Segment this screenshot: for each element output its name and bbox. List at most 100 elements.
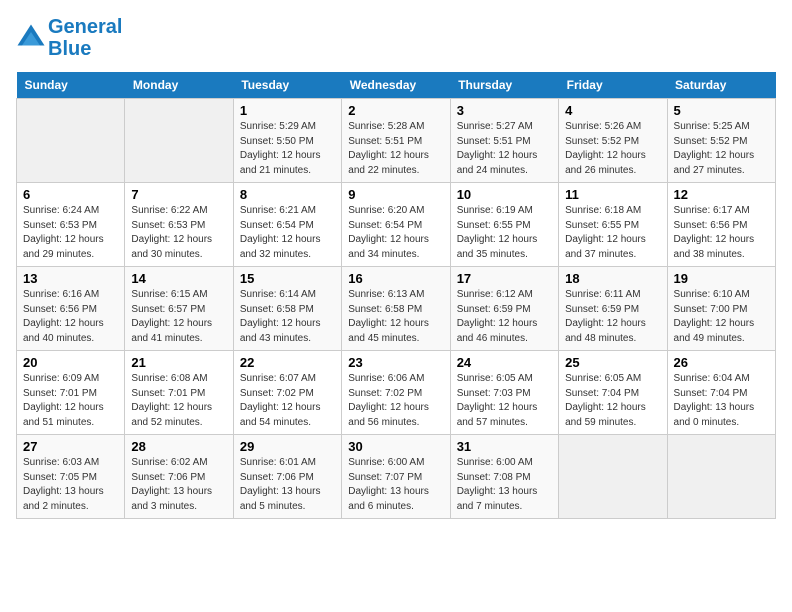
day-info: Sunrise: 5:29 AM Sunset: 5:50 PM Dayligh… bbox=[240, 120, 335, 178]
day-number: 30 bbox=[348, 439, 443, 454]
day-cell bbox=[125, 99, 233, 183]
logo-general: General bbox=[48, 16, 122, 38]
day-cell: 16 Sunrise: 6:13 AM Sunset: 6:58 PM Dayli… bbox=[342, 267, 450, 351]
day-info: Sunrise: 6:12 AM Sunset: 6:59 PM Dayligh… bbox=[457, 288, 552, 346]
logo-blue: Blue bbox=[48, 38, 122, 60]
day-info: Sunrise: 6:05 AM Sunset: 7:04 PM Dayligh… bbox=[565, 372, 660, 430]
day-info: Sunrise: 6:18 AM Sunset: 6:55 PM Dayligh… bbox=[565, 204, 660, 262]
day-cell: 4 Sunrise: 5:26 AM Sunset: 5:52 PM Daylig… bbox=[559, 99, 667, 183]
day-number: 4 bbox=[565, 103, 660, 118]
day-number: 6 bbox=[23, 187, 118, 202]
day-info: Sunrise: 5:26 AM Sunset: 5:52 PM Dayligh… bbox=[565, 120, 660, 178]
day-number: 27 bbox=[23, 439, 118, 454]
day-number: 9 bbox=[348, 187, 443, 202]
day-cell: 30 Sunrise: 6:00 AM Sunset: 7:07 PM Dayli… bbox=[342, 435, 450, 519]
col-header-tuesday: Tuesday bbox=[233, 72, 341, 99]
day-info: Sunrise: 6:11 AM Sunset: 6:59 PM Dayligh… bbox=[565, 288, 660, 346]
day-info: Sunrise: 6:08 AM Sunset: 7:01 PM Dayligh… bbox=[131, 372, 226, 430]
day-number: 21 bbox=[131, 355, 226, 370]
col-header-saturday: Saturday bbox=[667, 72, 775, 99]
day-number: 16 bbox=[348, 271, 443, 286]
day-number: 14 bbox=[131, 271, 226, 286]
day-number: 12 bbox=[674, 187, 769, 202]
day-number: 11 bbox=[565, 187, 660, 202]
day-number: 23 bbox=[348, 355, 443, 370]
day-info: Sunrise: 6:00 AM Sunset: 7:07 PM Dayligh… bbox=[348, 456, 443, 514]
day-number: 24 bbox=[457, 355, 552, 370]
day-cell: 14 Sunrise: 6:15 AM Sunset: 6:57 PM Dayli… bbox=[125, 267, 233, 351]
day-number: 26 bbox=[674, 355, 769, 370]
day-cell: 19Sunrise: 6:10 AM Sunset: 7:00 PM Dayli… bbox=[667, 267, 775, 351]
day-number: 22 bbox=[240, 355, 335, 370]
day-cell: 20Sunrise: 6:09 AM Sunset: 7:01 PM Dayli… bbox=[17, 351, 125, 435]
day-number: 2 bbox=[348, 103, 443, 118]
day-cell: 24 Sunrise: 6:05 AM Sunset: 7:03 PM Dayli… bbox=[450, 351, 558, 435]
day-number: 19 bbox=[674, 271, 769, 286]
day-info: Sunrise: 6:05 AM Sunset: 7:03 PM Dayligh… bbox=[457, 372, 552, 430]
day-info: Sunrise: 6:06 AM Sunset: 7:02 PM Dayligh… bbox=[348, 372, 443, 430]
logo: General Blue bbox=[16, 16, 122, 60]
day-cell: 13Sunrise: 6:16 AM Sunset: 6:56 PM Dayli… bbox=[17, 267, 125, 351]
day-cell: 18 Sunrise: 6:11 AM Sunset: 6:59 PM Dayli… bbox=[559, 267, 667, 351]
logo-text: General Blue bbox=[48, 16, 122, 60]
logo-icon bbox=[16, 23, 46, 53]
day-cell: 6 Sunrise: 6:24 AM Sunset: 6:53 PM Daylig… bbox=[17, 183, 125, 267]
day-number: 15 bbox=[240, 271, 335, 286]
col-header-thursday: Thursday bbox=[450, 72, 558, 99]
day-info: Sunrise: 6:13 AM Sunset: 6:58 PM Dayligh… bbox=[348, 288, 443, 346]
day-number: 17 bbox=[457, 271, 552, 286]
day-info: Sunrise: 6:24 AM Sunset: 6:53 PM Dayligh… bbox=[23, 204, 118, 262]
day-info: Sunrise: 6:04 AM Sunset: 7:04 PM Dayligh… bbox=[674, 372, 769, 430]
day-info: Sunrise: 6:20 AM Sunset: 6:54 PM Dayligh… bbox=[348, 204, 443, 262]
day-cell: 29Sunrise: 6:01 AM Sunset: 7:06 PM Dayli… bbox=[233, 435, 341, 519]
day-number: 28 bbox=[131, 439, 226, 454]
day-info: Sunrise: 6:14 AM Sunset: 6:58 PM Dayligh… bbox=[240, 288, 335, 346]
day-info: Sunrise: 6:03 AM Sunset: 7:05 PM Dayligh… bbox=[23, 456, 118, 514]
col-header-friday: Friday bbox=[559, 72, 667, 99]
week-row-1: 1 Sunrise: 5:29 AM Sunset: 5:50 PM Daylig… bbox=[17, 99, 776, 183]
day-number: 29 bbox=[240, 439, 335, 454]
col-header-wednesday: Wednesday bbox=[342, 72, 450, 99]
day-cell: 1 Sunrise: 5:29 AM Sunset: 5:50 PM Daylig… bbox=[233, 99, 341, 183]
week-row-5: 27 Sunrise: 6:03 AM Sunset: 7:05 PM Dayli… bbox=[17, 435, 776, 519]
day-info: Sunrise: 6:15 AM Sunset: 6:57 PM Dayligh… bbox=[131, 288, 226, 346]
day-info: Sunrise: 6:19 AM Sunset: 6:55 PM Dayligh… bbox=[457, 204, 552, 262]
day-info: Sunrise: 6:21 AM Sunset: 6:54 PM Dayligh… bbox=[240, 204, 335, 262]
day-info: Sunrise: 6:00 AM Sunset: 7:08 PM Dayligh… bbox=[457, 456, 552, 514]
day-info: Sunrise: 6:17 AM Sunset: 6:56 PM Dayligh… bbox=[674, 204, 769, 262]
day-cell: 7Sunrise: 6:22 AM Sunset: 6:53 PM Daylig… bbox=[125, 183, 233, 267]
page-header: General Blue bbox=[16, 16, 776, 60]
day-cell: 8Sunrise: 6:21 AM Sunset: 6:54 PM Daylig… bbox=[233, 183, 341, 267]
day-number: 18 bbox=[565, 271, 660, 286]
day-cell: 21 Sunrise: 6:08 AM Sunset: 7:01 PM Dayli… bbox=[125, 351, 233, 435]
day-cell: 22 Sunrise: 6:07 AM Sunset: 7:02 PM Dayli… bbox=[233, 351, 341, 435]
day-number: 5 bbox=[674, 103, 769, 118]
day-cell: 2 Sunrise: 5:28 AM Sunset: 5:51 PM Daylig… bbox=[342, 99, 450, 183]
day-info: Sunrise: 5:27 AM Sunset: 5:51 PM Dayligh… bbox=[457, 120, 552, 178]
day-info: Sunrise: 6:02 AM Sunset: 7:06 PM Dayligh… bbox=[131, 456, 226, 514]
day-cell bbox=[559, 435, 667, 519]
day-cell: 11 Sunrise: 6:18 AM Sunset: 6:55 PM Dayli… bbox=[559, 183, 667, 267]
day-cell bbox=[667, 435, 775, 519]
calendar-table: SundayMondayTuesdayWednesdayThursdayFrid… bbox=[16, 72, 776, 519]
day-cell: 15 Sunrise: 6:14 AM Sunset: 6:58 PM Dayli… bbox=[233, 267, 341, 351]
day-info: Sunrise: 6:09 AM Sunset: 7:01 PM Dayligh… bbox=[23, 372, 118, 430]
day-info: Sunrise: 5:25 AM Sunset: 5:52 PM Dayligh… bbox=[674, 120, 769, 178]
day-number: 10 bbox=[457, 187, 552, 202]
header-row: SundayMondayTuesdayWednesdayThursdayFrid… bbox=[17, 72, 776, 99]
day-number: 1 bbox=[240, 103, 335, 118]
day-info: Sunrise: 6:07 AM Sunset: 7:02 PM Dayligh… bbox=[240, 372, 335, 430]
day-cell: 12 Sunrise: 6:17 AM Sunset: 6:56 PM Dayli… bbox=[667, 183, 775, 267]
day-cell: 9 Sunrise: 6:20 AM Sunset: 6:54 PM Daylig… bbox=[342, 183, 450, 267]
day-cell: 27 Sunrise: 6:03 AM Sunset: 7:05 PM Dayli… bbox=[17, 435, 125, 519]
col-header-monday: Monday bbox=[125, 72, 233, 99]
day-cell: 5 Sunrise: 5:25 AM Sunset: 5:52 PM Daylig… bbox=[667, 99, 775, 183]
day-number: 31 bbox=[457, 439, 552, 454]
day-cell: 23 Sunrise: 6:06 AM Sunset: 7:02 PM Dayli… bbox=[342, 351, 450, 435]
day-cell: 31 Sunrise: 6:00 AM Sunset: 7:08 PM Dayli… bbox=[450, 435, 558, 519]
day-info: Sunrise: 6:22 AM Sunset: 6:53 PM Dayligh… bbox=[131, 204, 226, 262]
week-row-2: 6 Sunrise: 6:24 AM Sunset: 6:53 PM Daylig… bbox=[17, 183, 776, 267]
day-info: Sunrise: 6:16 AM Sunset: 6:56 PM Dayligh… bbox=[23, 288, 118, 346]
day-info: Sunrise: 5:28 AM Sunset: 5:51 PM Dayligh… bbox=[348, 120, 443, 178]
day-cell: 17 Sunrise: 6:12 AM Sunset: 6:59 PM Dayli… bbox=[450, 267, 558, 351]
